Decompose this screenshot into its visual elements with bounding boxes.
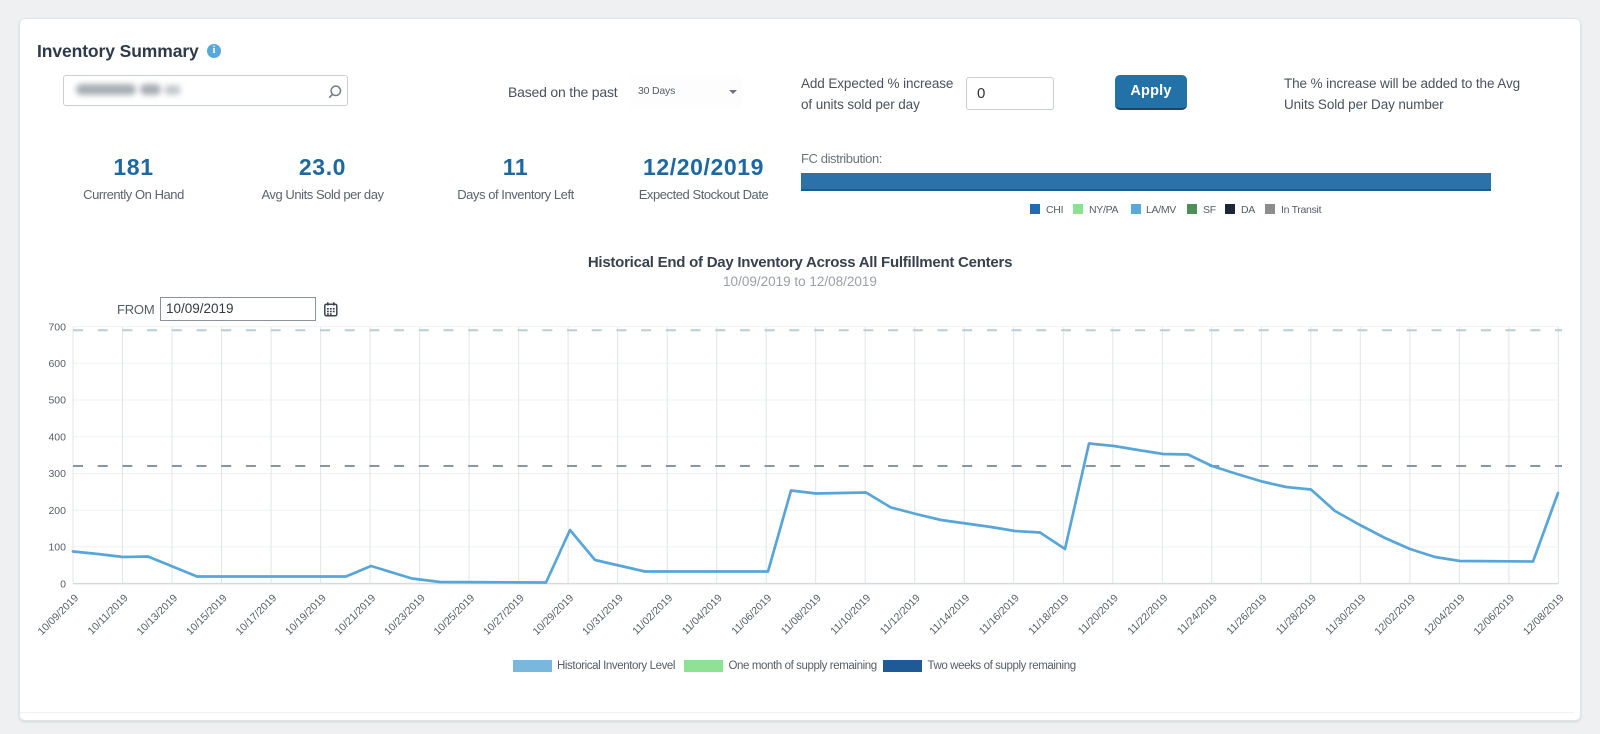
svg-text:11/30/2019: 11/30/2019 (1323, 592, 1368, 637)
svg-text:12/02/2019: 12/02/2019 (1372, 592, 1418, 638)
svg-text:11/28/2019: 11/28/2019 (1274, 592, 1319, 637)
svg-text:12/08/2019: 12/08/2019 (1521, 592, 1567, 638)
svg-text:11/22/2019: 11/22/2019 (1125, 592, 1170, 637)
svg-text:10/27/2019: 10/27/2019 (481, 592, 527, 638)
svg-text:0: 0 (60, 578, 66, 590)
svg-text:200: 200 (48, 505, 66, 517)
svg-text:12/06/2019: 12/06/2019 (1471, 592, 1517, 638)
svg-text:11/16/2019: 11/16/2019 (977, 592, 1022, 637)
svg-text:11/12/2019: 11/12/2019 (878, 592, 923, 637)
svg-text:400: 400 (48, 431, 66, 443)
svg-text:11/10/2019: 11/10/2019 (828, 592, 873, 637)
svg-text:100: 100 (48, 542, 66, 554)
svg-text:10/21/2019: 10/21/2019 (333, 592, 379, 638)
svg-text:11/06/2019: 11/06/2019 (729, 592, 774, 637)
svg-text:11/18/2019: 11/18/2019 (1026, 592, 1071, 637)
svg-text:700: 700 (48, 321, 66, 333)
svg-text:11/08/2019: 11/08/2019 (779, 592, 824, 637)
svg-text:10/31/2019: 10/31/2019 (580, 592, 626, 638)
svg-text:10/15/2019: 10/15/2019 (184, 592, 230, 638)
svg-text:600: 600 (48, 358, 66, 370)
svg-text:500: 500 (48, 395, 66, 407)
svg-text:11/04/2019: 11/04/2019 (680, 592, 725, 637)
svg-text:300: 300 (48, 468, 66, 480)
svg-text:11/26/2019: 11/26/2019 (1224, 592, 1269, 637)
svg-text:11/02/2019: 11/02/2019 (630, 592, 675, 637)
svg-text:10/17/2019: 10/17/2019 (234, 592, 280, 638)
svg-text:11/20/2019: 11/20/2019 (1076, 592, 1121, 637)
svg-text:10/23/2019: 10/23/2019 (382, 592, 428, 638)
svg-text:10/09/2019: 10/09/2019 (35, 592, 81, 638)
svg-text:11/24/2019: 11/24/2019 (1175, 592, 1220, 637)
svg-text:10/19/2019: 10/19/2019 (283, 592, 329, 638)
svg-text:10/11/2019: 10/11/2019 (86, 592, 131, 637)
svg-text:10/29/2019: 10/29/2019 (531, 592, 577, 638)
svg-text:12/04/2019: 12/04/2019 (1422, 592, 1468, 638)
svg-text:10/25/2019: 10/25/2019 (432, 592, 478, 638)
svg-text:10/13/2019: 10/13/2019 (134, 592, 180, 638)
svg-text:11/14/2019: 11/14/2019 (927, 592, 972, 637)
